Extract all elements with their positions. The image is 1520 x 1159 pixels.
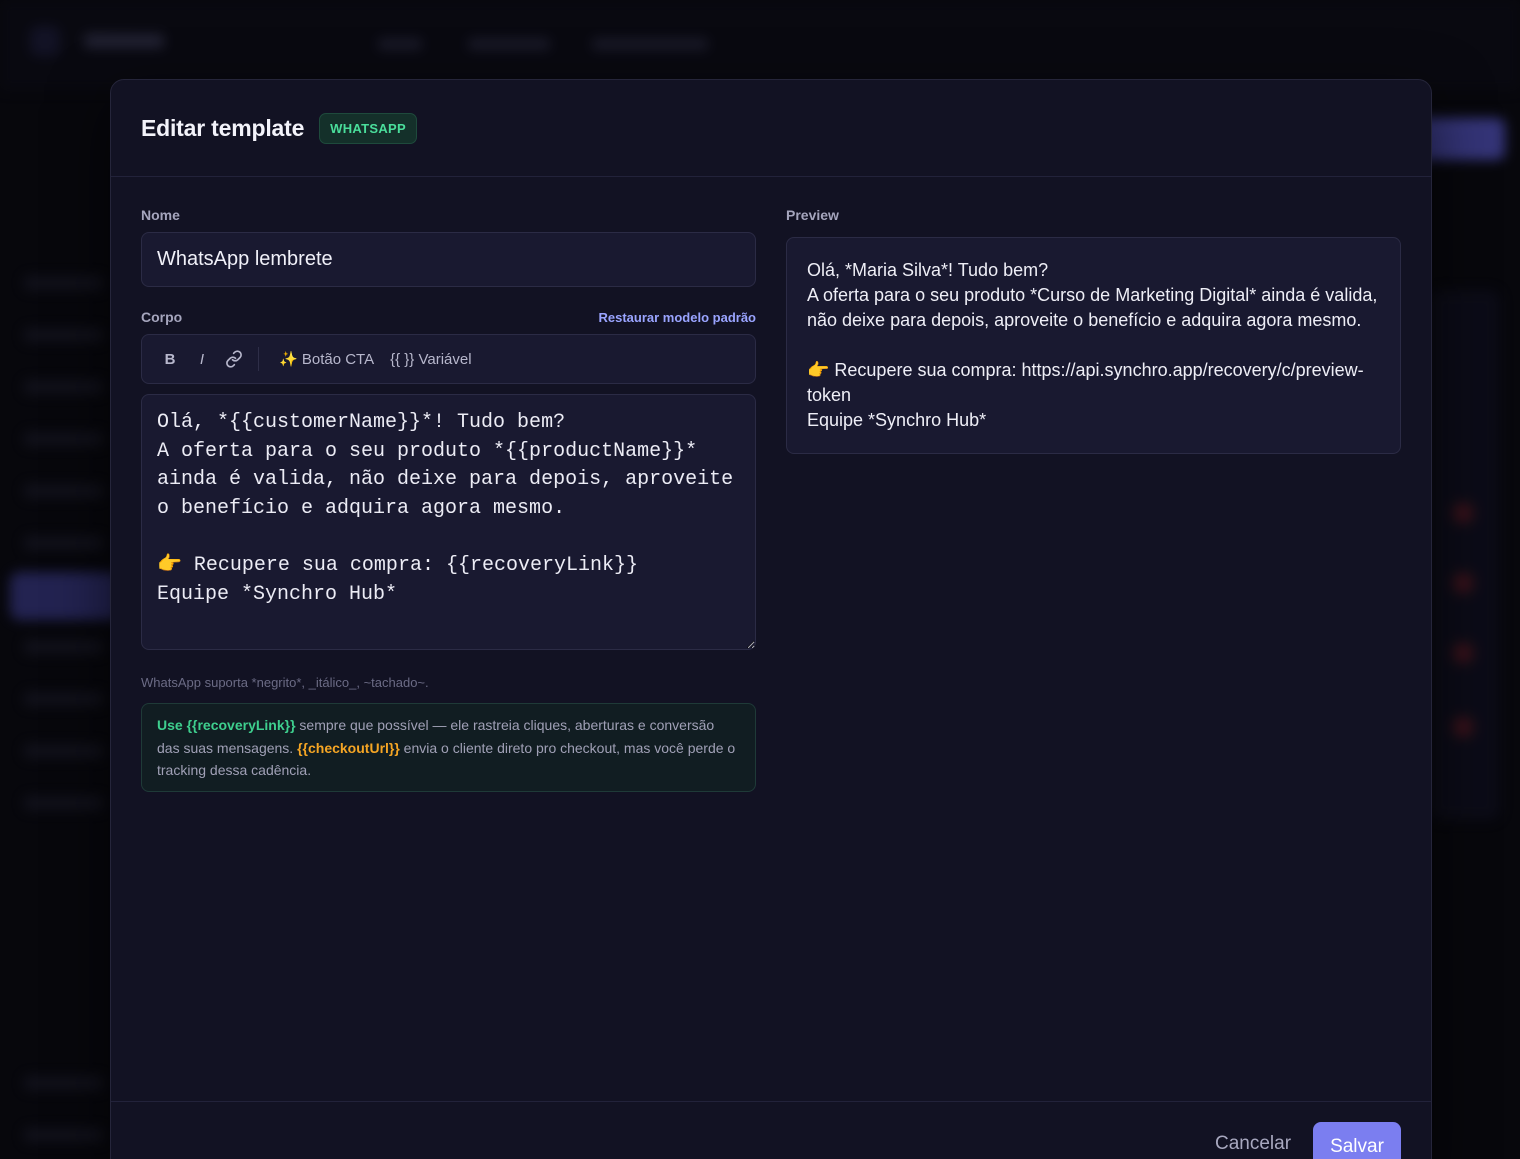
background-status-dot [1452, 716, 1474, 738]
preview-box: Olá, *Maria Silva*! Tudo bem? A oferta p… [786, 237, 1401, 454]
background-nav-item [378, 38, 422, 50]
toolbar-divider [258, 347, 259, 371]
background-sidebar-active [10, 572, 120, 620]
background-sidebar-item [24, 1076, 104, 1090]
background-brand [84, 34, 164, 48]
background-panel [1430, 290, 1500, 820]
background-sidebar-item [24, 276, 104, 290]
info-use-word: Use [157, 717, 183, 733]
background-topbar [0, 0, 1520, 90]
format-toolbar: B I ✨ Botão CTA {{ }} Variável [141, 334, 756, 384]
restore-default-link[interactable]: Restaurar modelo padrão [599, 310, 757, 325]
name-input[interactable] [141, 232, 756, 287]
cta-button-insert[interactable]: ✨ Botão CTA [271, 342, 382, 376]
body-textarea[interactable]: Olá, *{{customerName}}*! Tudo bem? A ofe… [141, 394, 756, 650]
checkout-url-variable: {{checkoutUrl}} [297, 739, 400, 756]
background-sidebar-item [24, 328, 104, 342]
save-button[interactable]: Salvar [1313, 1122, 1401, 1159]
link-button[interactable] [218, 342, 250, 376]
form-column: Nome Corpo Restaurar modelo padrão B I ✨… [141, 205, 756, 792]
background-sidebar-item [24, 536, 104, 550]
background-status-dot [1452, 502, 1474, 524]
background-status-dot [1452, 572, 1474, 594]
background-sidebar-item [24, 744, 104, 758]
background-sidebar-item [24, 692, 104, 706]
background-sidebar-item [24, 380, 104, 394]
modal-footer: Cancelar Salvar [111, 1101, 1431, 1159]
edit-template-modal: Editar template WHATSAPP Nome Corpo Rest… [110, 79, 1432, 1159]
background-sidebar-item [24, 1128, 104, 1142]
background-sidebar-item [24, 796, 104, 810]
modal-title: Editar template [141, 114, 305, 141]
modal-header: Editar template WHATSAPP [111, 80, 1431, 177]
background-nav-item [592, 38, 708, 50]
format-hint: WhatsApp suporta *negrito*, _itálico_, ~… [141, 675, 429, 690]
body-label: Corpo [141, 309, 183, 325]
variable-insert-button[interactable]: {{ }} Variável [382, 342, 479, 376]
link-icon [226, 350, 242, 368]
preview-column: Preview Olá, *Maria Silva*! Tudo bem? A … [786, 205, 1401, 454]
preview-label: Preview [786, 207, 839, 223]
background-sidebar-item [24, 640, 104, 654]
tracking-info-box: Use {{recoveryLink}} sempre que possível… [141, 703, 756, 792]
background-sidebar-item [24, 484, 104, 498]
cancel-button[interactable]: Cancelar [1201, 1122, 1305, 1159]
background-status-dot [1452, 642, 1474, 664]
name-label: Nome [141, 207, 180, 223]
background-nav-item [468, 38, 550, 50]
background-sidebar-item [24, 432, 104, 446]
background-logo [30, 26, 60, 56]
recovery-link-variable: {{recoveryLink}} [186, 717, 296, 733]
bold-button[interactable]: B [154, 342, 186, 376]
body-label-row: Corpo Restaurar modelo padrão [141, 307, 756, 327]
italic-button[interactable]: I [186, 342, 218, 376]
channel-badge: WHATSAPP [319, 112, 417, 144]
